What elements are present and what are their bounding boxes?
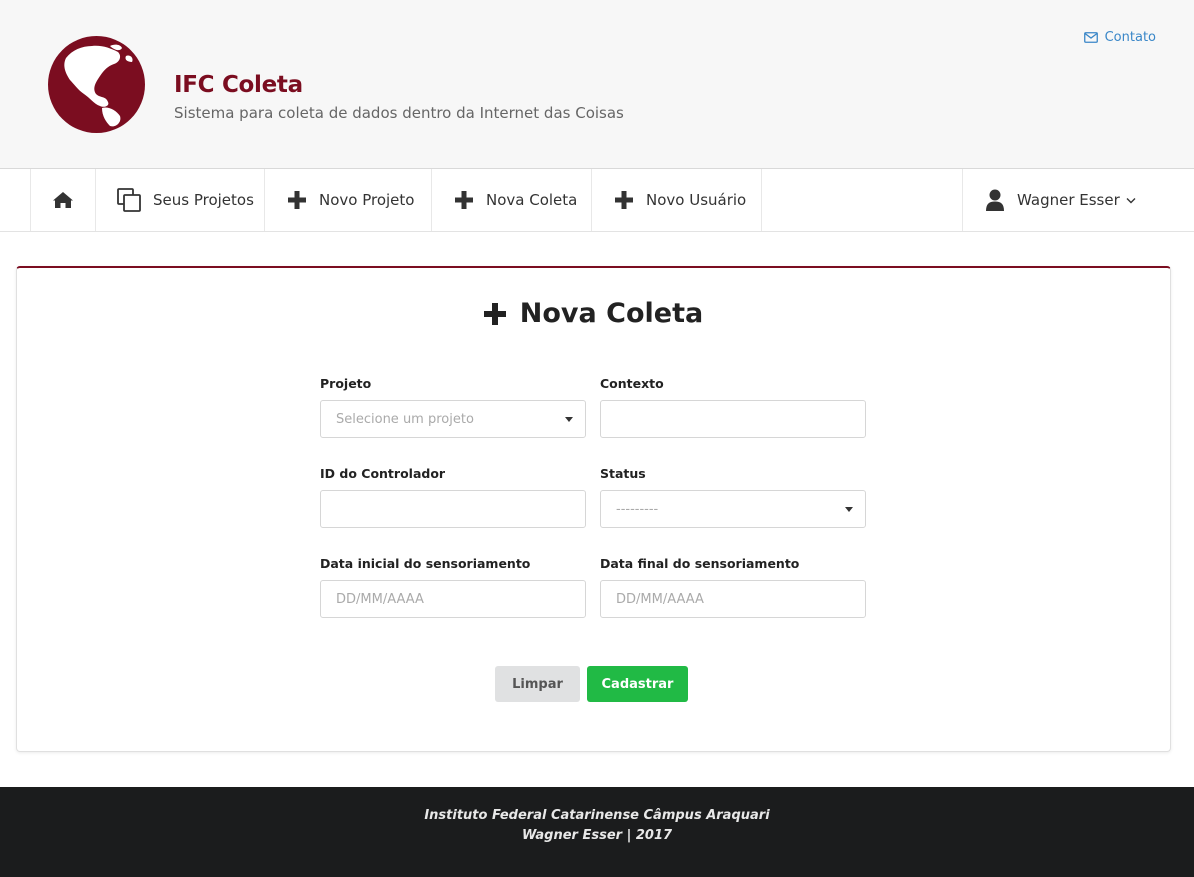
- page-title-text: Nova Coleta: [519, 298, 704, 329]
- user-name: Wagner Esser: [1017, 191, 1120, 209]
- dropdown-caret-icon: [565, 417, 573, 422]
- contact-label: Contato: [1104, 30, 1156, 45]
- contexto-input[interactable]: [600, 400, 866, 438]
- projeto-placeholder: Selecione um projeto: [336, 411, 474, 427]
- envelope-icon: [1083, 32, 1098, 43]
- clear-button[interactable]: Limpar: [495, 666, 580, 702]
- status-label: Status: [600, 466, 646, 481]
- site-title: IFC Coleta: [174, 72, 303, 98]
- site-subtitle: Sistema para coleta de dados dentro da I…: [174, 104, 624, 122]
- controlador-input[interactable]: [320, 490, 586, 528]
- footer-credits: Wagner Esser | 2017: [521, 828, 673, 843]
- user-icon: [986, 189, 1004, 211]
- nav-divider: [761, 169, 762, 231]
- page-title: Nova Coleta: [17, 298, 1170, 329]
- data-inicial-input[interactable]: DD/MM/AAAA: [320, 580, 586, 618]
- footer-institution: Instituto Federal Catarinense Câmpus Ara…: [424, 808, 770, 823]
- chevron-down-icon: [1126, 197, 1136, 203]
- globe-americas-icon: [48, 36, 145, 133]
- form-card: Nova Coleta Projeto Selecione um projeto…: [16, 266, 1171, 752]
- data-inicial-label: Data inicial do sensoriamento: [320, 556, 531, 571]
- controlador-label: ID do Controlador: [320, 466, 446, 481]
- submit-button[interactable]: Cadastrar: [587, 666, 688, 702]
- plus-icon: [288, 191, 306, 209]
- status-placeholder: ---------: [616, 501, 659, 517]
- data-final-label: Data final do sensoriamento: [600, 556, 800, 571]
- contexto-label: Contexto: [600, 376, 664, 391]
- data-final-input[interactable]: DD/MM/AAAA: [600, 580, 866, 618]
- home-icon: [53, 192, 73, 208]
- nav-novo-projeto[interactable]: Novo Projeto: [264, 169, 431, 231]
- nav-label: Nova Coleta: [486, 191, 578, 209]
- nav-seus-projetos[interactable]: Seus Projetos: [95, 169, 264, 231]
- dropdown-caret-icon: [845, 507, 853, 512]
- nav-label: Novo Projeto: [319, 191, 415, 209]
- nav-home[interactable]: [30, 169, 95, 231]
- data-final-placeholder: DD/MM/AAAA: [616, 591, 704, 607]
- plus-icon: [455, 191, 473, 209]
- site-header: IFC Coleta Sistema para coleta de dados …: [0, 0, 1194, 169]
- projeto-label: Projeto: [320, 376, 372, 391]
- nav-label: Novo Usuário: [646, 191, 747, 209]
- nav-nova-coleta[interactable]: Nova Coleta: [431, 169, 591, 231]
- site-footer: Instituto Federal Catarinense Câmpus Ara…: [0, 787, 1194, 877]
- plus-icon: [483, 302, 506, 325]
- main-navbar: Seus Projetos Novo Projeto Nova Coleta N…: [0, 169, 1194, 232]
- status-select[interactable]: ---------: [600, 490, 866, 528]
- nav-novo-usuario[interactable]: Novo Usuário: [591, 169, 761, 231]
- nav-label: Seus Projetos: [153, 191, 254, 209]
- data-inicial-placeholder: DD/MM/AAAA: [336, 591, 424, 607]
- copy-icon: [117, 188, 141, 212]
- projeto-select[interactable]: Selecione um projeto: [320, 400, 586, 438]
- contact-link[interactable]: Contato: [1083, 30, 1156, 45]
- user-menu[interactable]: Wagner Esser: [962, 169, 1152, 231]
- plus-icon: [615, 191, 633, 209]
